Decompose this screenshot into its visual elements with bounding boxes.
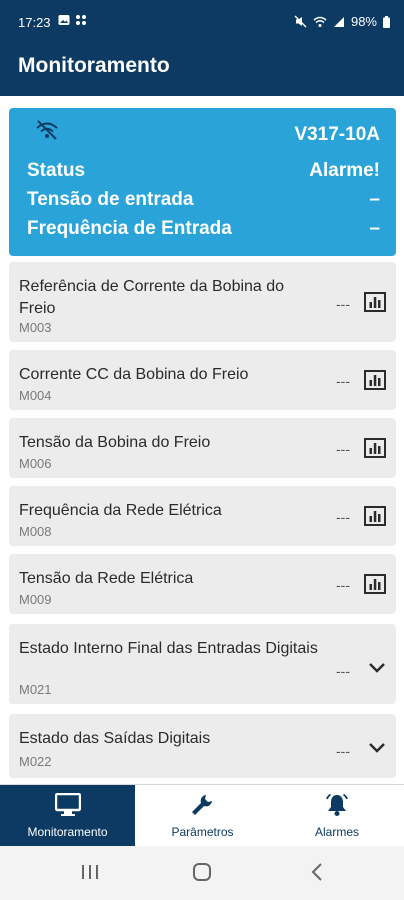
device-row-label: Frequência de Entrada: [27, 218, 232, 239]
status-time: 17:23: [18, 15, 51, 30]
chart-icon[interactable]: [364, 292, 386, 312]
item-name: Estado Interno Final das Entradas Digita…: [19, 640, 318, 657]
tab-parametros[interactable]: Parâmetros: [135, 785, 270, 847]
apps-icon: [76, 15, 86, 25]
item-value: ---: [336, 373, 350, 389]
list-item[interactable]: Corrente CC da Bobina do Freio M004 ---: [9, 350, 396, 410]
item-value: ---: [336, 441, 350, 457]
list-item[interactable]: Estado das Saídas Digitais M022 ---: [9, 714, 396, 778]
device-row-input-voltage: Tensão de entrada –: [27, 189, 380, 211]
chevron-down-icon[interactable]: [368, 742, 386, 754]
page-title: Monitoramento: [18, 54, 170, 77]
back-icon[interactable]: [308, 863, 328, 881]
home-icon[interactable]: [192, 863, 212, 881]
tab-label: Alarmes: [314, 825, 359, 839]
bell-icon: [326, 793, 348, 816]
item-name: Referência de Corrente da Bobina do Frei…: [19, 278, 285, 317]
app-bar: Monitoramento: [0, 44, 404, 96]
status-bar: 17:23 98%: [0, 0, 404, 44]
device-row-value: –: [369, 189, 380, 210]
tab-monitoramento[interactable]: Monitoramento: [0, 785, 135, 847]
device-row-input-frequency: Frequência de Entrada –: [27, 218, 380, 240]
device-row-value: –: [369, 218, 380, 239]
list-item[interactable]: Tensão da Bobina do Freio M006 ---: [9, 418, 396, 478]
signal-icon: [333, 16, 344, 27]
device-row-label: Tensão de entrada: [27, 189, 194, 210]
list-item[interactable]: Frequência da Rede Elétrica M008 ---: [9, 486, 396, 546]
item-name: Frequência da Rede Elétrica: [19, 502, 222, 519]
item-code: M008: [19, 524, 52, 539]
item-value: ---: [336, 663, 350, 679]
tab-label: Parâmetros: [171, 825, 234, 839]
item-name: Tensão da Rede Elétrica: [19, 570, 194, 587]
item-code: M021: [19, 682, 52, 697]
item-value: ---: [336, 743, 350, 759]
device-card: V317-10A Status Alarme! Tensão de entrad…: [9, 108, 396, 256]
item-name: Tensão da Bobina do Freio: [19, 434, 211, 451]
chevron-down-icon[interactable]: [368, 662, 386, 674]
system-navigation-bar: [0, 846, 404, 900]
device-row-label: Status: [27, 160, 86, 181]
battery-percent: 98%: [350, 14, 377, 29]
item-value: ---: [336, 577, 350, 593]
item-code: M009: [19, 592, 52, 607]
tab-label: Monitoramento: [27, 825, 108, 839]
monitor-list[interactable]: V317-10A Status Alarme! Tensão de entrad…: [0, 96, 404, 784]
device-row-value: Alarme!: [309, 160, 380, 181]
item-name: Estado das Saídas Digitais: [19, 730, 211, 747]
tab-alarmes[interactable]: Alarmes: [270, 785, 404, 847]
device-row-status: Status Alarme!: [27, 160, 380, 182]
chart-icon[interactable]: [364, 438, 386, 458]
item-value: ---: [336, 509, 350, 525]
item-value: ---: [336, 296, 350, 312]
item-name: Corrente CC da Bobina do Freio: [19, 366, 249, 383]
image-icon: [58, 15, 70, 25]
bottom-navigation: Monitoramento Parâmetros Alarmes: [0, 784, 404, 847]
item-code: M006: [19, 456, 52, 471]
list-item[interactable]: Tensão da Rede Elétrica M009 ---: [9, 554, 396, 614]
item-code: M004: [19, 388, 52, 403]
chart-icon[interactable]: [364, 574, 386, 594]
monitor-icon: [54, 793, 81, 816]
recent-apps-icon[interactable]: [80, 863, 100, 881]
wrench-icon: [191, 795, 212, 815]
list-item[interactable]: Estado Interno Final das Entradas Digita…: [9, 624, 396, 704]
wifi-off-icon: [36, 120, 58, 140]
battery-icon: [383, 15, 390, 28]
chart-icon[interactable]: [364, 370, 386, 390]
item-code: M022: [19, 754, 52, 769]
device-model: V317-10A: [294, 124, 380, 145]
mute-icon: [294, 15, 307, 28]
wifi-icon: [313, 16, 327, 27]
chart-icon[interactable]: [364, 506, 386, 526]
list-item[interactable]: Referência de Corrente da Bobina do Frei…: [9, 262, 396, 342]
item-code: M003: [19, 320, 52, 335]
